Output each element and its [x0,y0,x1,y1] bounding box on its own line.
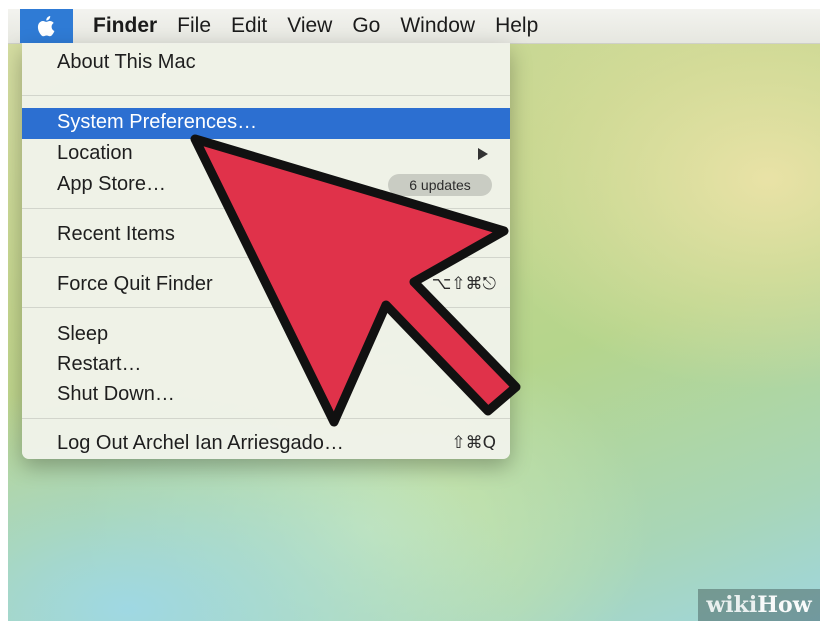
menu-window[interactable]: Window [390,9,485,43]
menu-item-label: System Preferences… [57,111,258,133]
menu-item-label: Location [57,142,133,164]
menu-item-log-out[interactable]: Log Out Archel Ian Arriesgado… ⇧⌘Q [22,429,510,460]
updates-badge: 6 updates [388,174,492,196]
menu-item-system-preferences[interactable]: System Preferences… [22,108,510,139]
menu-finder[interactable]: Finder [73,9,167,43]
menu-item-label: App Store… [57,173,166,195]
screenshot-frame: Finder File Edit View Go Window Help Abo… [8,9,820,621]
menu-item-label: Force Quit Finder [57,273,213,295]
menu-item-about-this-mac[interactable]: About This Mac [22,48,510,79]
menu-item-label: About This Mac [57,51,196,73]
menu-item-app-store[interactable]: App Store… 6 updates [22,170,510,201]
menu-view[interactable]: View [277,9,342,43]
menu-separator [22,95,510,96]
force-quit-shortcut: ⌥⇧⌘⎋ [431,274,496,294]
menu-item-location[interactable]: Location [22,139,510,170]
menu-file[interactable]: File [167,9,221,43]
menu-item-recent-items[interactable]: Recent Items [22,220,510,251]
menu-item-label: Sleep [57,323,109,345]
menu-edit[interactable]: Edit [221,9,277,43]
menu-bar: Finder File Edit View Go Window Help [8,9,820,44]
menu-item-shut-down[interactable]: Shut Down… [22,380,510,411]
apple-menu-button[interactable] [20,9,73,43]
menu-separator [22,418,510,419]
submenu-arrow-icon [478,148,488,160]
menu-item-label: Recent Items [57,223,175,245]
apple-dropdown-menu: About This Mac System Preferences… Locat… [22,43,510,459]
menu-separator [22,257,510,258]
menu-help[interactable]: Help [485,9,548,43]
menu-separator [22,208,510,209]
log-out-shortcut: ⇧⌘Q [451,433,496,453]
watermark-wiki: wiki [706,592,758,618]
menu-item-label: Restart… [57,353,142,375]
menu-item-label: Shut Down… [57,383,175,405]
menu-item-sleep[interactable]: Sleep [22,320,510,351]
menu-item-force-quit[interactable]: Force Quit Finder ⌥⇧⌘⎋ [22,270,510,301]
menu-go[interactable]: Go [342,9,390,43]
apple-logo-icon [37,16,54,37]
wikihow-watermark: wikiHow [698,589,820,621]
menu-item-restart[interactable]: Restart… [22,350,510,381]
watermark-how: How [757,592,812,618]
menu-separator [22,307,510,308]
menu-item-label: Log Out Archel Ian Arriesgado… [57,432,344,454]
